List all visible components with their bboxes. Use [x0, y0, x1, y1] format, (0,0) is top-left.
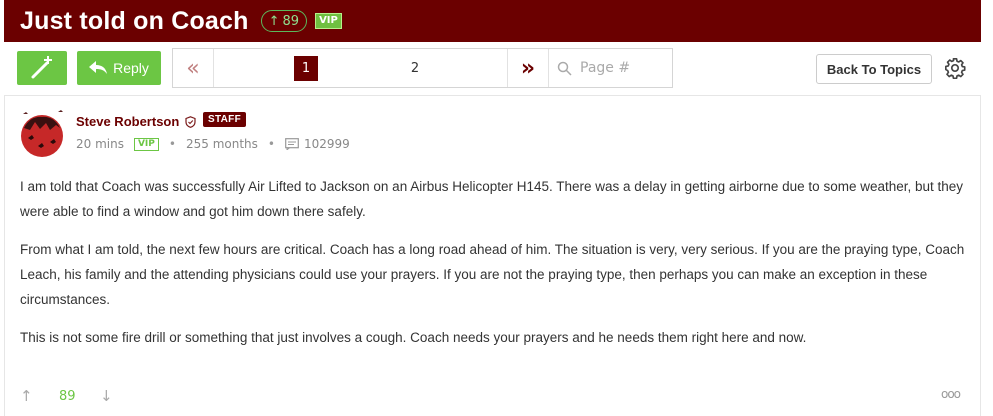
back-to-topics-button[interactable]: Back To Topics [816, 54, 932, 84]
downvote-icon[interactable]: ↓ [100, 387, 113, 405]
pagination: « 1 2 » [172, 48, 673, 88]
post-paragraph: From what I am told, the next few hours … [20, 242, 965, 307]
post-author[interactable]: Steve Robertson [76, 114, 179, 129]
author-tenure: 255 months [185, 137, 258, 151]
up-arrow-icon: ↑ [268, 13, 280, 29]
post-time: 20 mins [76, 137, 124, 151]
post-body: I am told that Coach was successfully Ai… [20, 174, 970, 363]
author-vip-badge: VIP [133, 137, 159, 151]
post-card: Steve Robertson STAFF 20 mins VIP • 255 … [4, 95, 981, 416]
page-1-button[interactable]: 1 [294, 56, 318, 81]
first-page-button[interactable]: « [173, 49, 214, 87]
gear-icon[interactable] [944, 57, 966, 79]
meta-separator: • [267, 137, 275, 151]
post-paragraph: This is not some fire drill or something… [20, 330, 807, 345]
last-page-button[interactable]: » [507, 49, 549, 87]
post-meta: 20 mins VIP • 255 months • 102999 [76, 137, 350, 151]
vip-badge: VIP [315, 13, 342, 29]
meta-separator: • [168, 137, 176, 151]
page-jump [549, 49, 672, 87]
reply-button[interactable]: Reply [77, 51, 161, 85]
thread-header: Just told on Coach ↑ 89 VIP [4, 0, 981, 42]
page-list: 1 2 [214, 49, 507, 87]
upvote-icon[interactable]: ↑ [20, 387, 33, 405]
thread-score: 89 [282, 13, 300, 29]
shield-icon [185, 116, 196, 128]
reply-label: Reply [113, 60, 149, 76]
magic-wand-icon [31, 56, 52, 79]
search-icon [557, 61, 572, 76]
thread-title: Just told on Coach [20, 6, 249, 35]
new-topic-button[interactable] [17, 51, 67, 85]
page-jump-input[interactable] [578, 59, 662, 77]
reply-arrow-icon [89, 61, 108, 74]
double-chevron-right-icon: » [520, 55, 536, 81]
message-icon [285, 138, 299, 150]
double-chevron-left-icon: « [186, 55, 200, 81]
page-2-button[interactable]: 2 [403, 56, 427, 81]
post-actions: ↑ 89 ↓ ooo [20, 387, 970, 405]
thread-score-badge: ↑ 89 [260, 10, 308, 32]
staff-badge: STAFF [203, 112, 246, 127]
post-paragraph: I am told that Coach was successfully Ai… [20, 179, 964, 219]
thread-toolbar: Reply « 1 2 » Back To Topics [0, 48, 993, 88]
avatar[interactable] [20, 108, 64, 158]
more-options-icon[interactable]: ooo [941, 387, 961, 401]
post-vote-count: 89 [59, 389, 76, 404]
author-post-count: 102999 [303, 137, 350, 151]
